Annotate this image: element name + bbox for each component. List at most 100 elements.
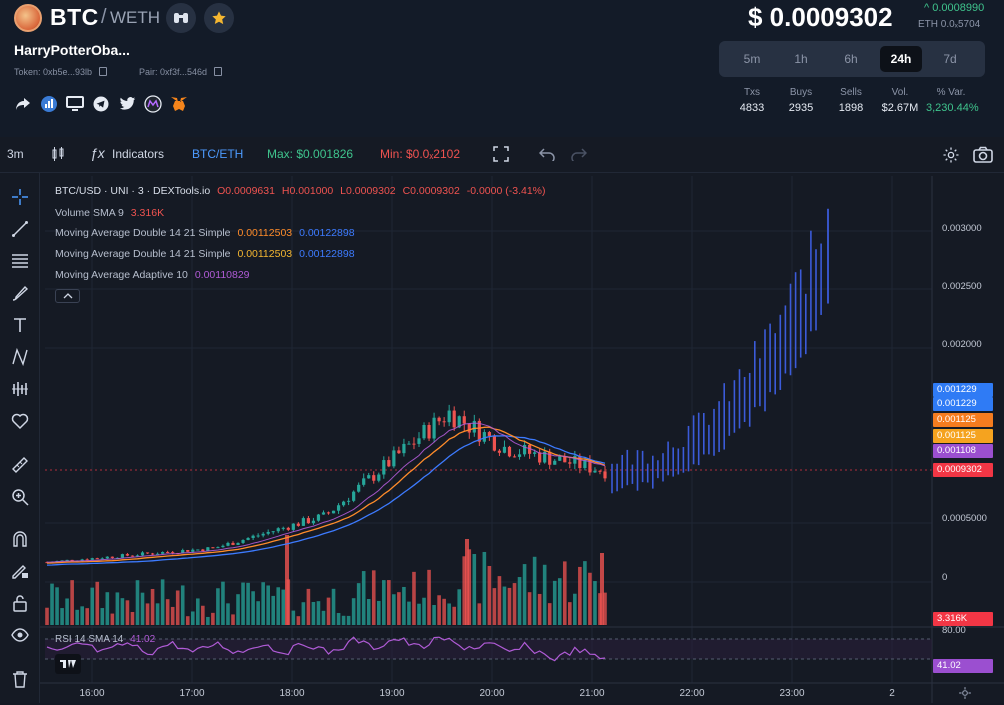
ruler-icon <box>12 457 28 473</box>
token-address: Token: 0xb5e...93lb <box>14 67 107 77</box>
tradingview-logo[interactable] <box>55 654 81 674</box>
gear-icon <box>943 147 959 163</box>
stat-buys-value: 2935 <box>788 102 814 114</box>
x-tick: 17:00 <box>179 688 205 699</box>
tf-1h[interactable]: 1h <box>780 46 822 72</box>
last-price-tag: 0.0009302 <box>933 463 993 477</box>
coin-icon[interactable] <box>144 95 162 113</box>
token-name: HarryPotterOba... <box>14 42 130 58</box>
trendline-icon <box>12 221 28 237</box>
tf-5m[interactable]: 5m <box>731 46 773 72</box>
trash-icon <box>13 671 27 688</box>
tradingview-icon <box>60 660 76 668</box>
ohlc-high: H0.001000 <box>281 185 334 197</box>
ma2-legend[interactable]: Moving Average Double 14 21 Simple 0.001… <box>55 248 359 260</box>
fib-tool[interactable] <box>9 250 31 272</box>
text-tool[interactable] <box>9 314 31 336</box>
stat-variation-value: 3,230.44% <box>926 102 979 114</box>
prediction-tool[interactable] <box>9 378 31 400</box>
chart-title: BTC/USD · UNI · 3 · DEXTools.io <box>55 185 211 197</box>
x-tick: 20:00 <box>479 688 505 699</box>
snapshot-button[interactable] <box>973 146 993 167</box>
telegram-icon[interactable] <box>92 95 110 113</box>
lock-drawing-tool[interactable] <box>9 560 31 582</box>
stat-volume-value: $2.67M <box>881 102 919 114</box>
star-icon <box>212 11 226 25</box>
tf-6h[interactable]: 6h <box>830 46 872 72</box>
magnet-tool[interactable] <box>9 528 31 550</box>
axis-settings-button[interactable] <box>958 686 972 705</box>
twitter-icon[interactable] <box>118 95 136 113</box>
brush-tool[interactable] <box>9 282 31 304</box>
legend-collapse-button[interactable] <box>55 289 80 303</box>
zoom-tool[interactable] <box>9 486 31 508</box>
rsi-tick: 80.00 <box>942 625 966 636</box>
settings-button[interactable] <box>942 146 960 167</box>
lock-tool[interactable] <box>9 592 31 614</box>
ohlc-open: O0.0009631 <box>217 185 275 197</box>
ma-price-tag: 0.001108 <box>933 444 993 458</box>
crosshair-tool[interactable] <box>9 186 31 208</box>
x-tick: 19:00 <box>379 688 405 699</box>
volume-tag: 3.316K <box>933 612 993 626</box>
interval-button[interactable]: 3m <box>7 147 24 161</box>
pair-quote: WETH <box>110 8 161 27</box>
pair-address: Pair: 0xf3f...546d <box>139 67 222 77</box>
stat-txs-label: Txs <box>743 87 761 98</box>
tf-7d[interactable]: 7d <box>929 46 971 72</box>
ma2-label: Moving Average Double 14 21 Simple <box>55 248 231 260</box>
tf-24h[interactable]: 24h <box>880 46 922 72</box>
binoculars-button[interactable] <box>166 3 196 33</box>
copy-icon[interactable] <box>213 67 222 76</box>
trendline-tool[interactable] <box>9 218 31 240</box>
eth-price: ETH 0.0ₓ5704 <box>918 19 981 30</box>
metamask-icon[interactable] <box>170 95 188 113</box>
measure-tool[interactable] <box>9 454 31 476</box>
fib-lines-icon <box>12 254 28 268</box>
candle-type-button[interactable] <box>50 146 66 165</box>
volume-legend[interactable]: Volume SMA 9 3.316K <box>55 207 168 219</box>
fullscreen-button[interactable] <box>493 146 509 165</box>
drawing-toolbar <box>0 173 40 703</box>
ma3-legend[interactable]: Moving Average Adaptive 10 0.00110829 <box>55 269 254 281</box>
y-tick: 0.002500 <box>942 281 982 292</box>
rsi-legend[interactable]: RSI 14 SMA 14 41.02 <box>55 634 155 645</box>
ma2-value-2: 0.00122898 <box>299 248 355 260</box>
fx-icon[interactable]: ƒx <box>90 145 105 161</box>
dextools-icon[interactable] <box>40 95 58 113</box>
ma1-value-2: 0.00122898 <box>299 227 355 239</box>
token-avatar <box>14 4 42 32</box>
pencil-lock-icon <box>12 565 28 579</box>
visibility-tool[interactable] <box>9 624 31 646</box>
pair-address-text: Pair: 0xf3f...546d <box>139 67 208 77</box>
min-price: Min: $0.0ₓ2102 <box>380 147 460 161</box>
x-tick: 23:00 <box>779 688 805 699</box>
share-icon[interactable] <box>14 95 32 113</box>
copy-icon[interactable] <box>98 67 107 76</box>
delete-tool[interactable] <box>9 668 31 690</box>
binoculars-icon <box>174 13 188 23</box>
favorites-tool[interactable] <box>9 410 31 432</box>
brush-icon <box>12 285 29 301</box>
pattern-tool[interactable] <box>9 346 31 368</box>
undo-button[interactable] <box>538 147 555 164</box>
symbol-label[interactable]: BTC/ETH <box>192 147 243 161</box>
pair-separator: / <box>101 6 107 28</box>
x-tick: 2 <box>889 688 895 699</box>
token-address-text: Token: 0xb5e...93lb <box>14 67 93 77</box>
gear-icon <box>959 687 971 699</box>
indicators-button[interactable]: Indicators <box>112 147 164 161</box>
camera-icon <box>973 146 993 163</box>
favorite-button[interactable] <box>204 3 234 33</box>
ma3-value: 0.00110829 <box>194 269 250 281</box>
x-tick: 16:00 <box>79 688 105 699</box>
redo-button[interactable] <box>571 147 588 164</box>
rsi-tag: 41.02 <box>933 659 993 673</box>
website-icon[interactable] <box>66 95 84 113</box>
crosshair-icon <box>12 189 28 205</box>
ma1-legend[interactable]: Moving Average Double 14 21 Simple 0.001… <box>55 227 359 239</box>
ma-price-tag: 0.001125 <box>933 429 993 443</box>
stat-buys-label: Buys <box>789 87 813 98</box>
text-icon <box>14 318 26 332</box>
ma3-label: Moving Average Adaptive 10 <box>55 269 188 281</box>
